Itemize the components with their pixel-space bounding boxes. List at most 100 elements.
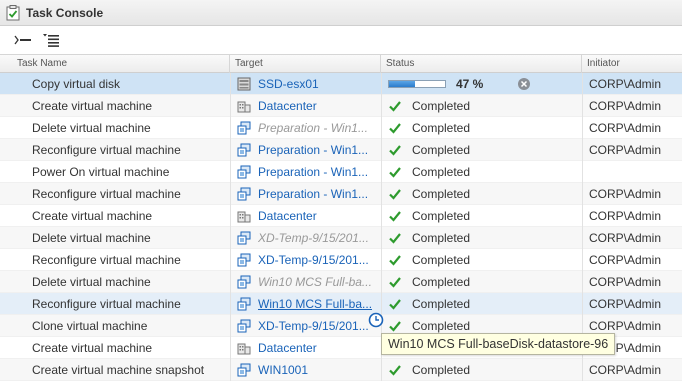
target-link[interactable]: Preparation - Win1... bbox=[258, 183, 368, 205]
target-link[interactable]: Datacenter bbox=[258, 337, 317, 359]
task-name: Delete virtual machine bbox=[32, 231, 151, 245]
task-name: Create virtual machine bbox=[32, 209, 153, 223]
target-cell: Preparation - Win1... bbox=[230, 139, 381, 161]
initiator: CORP\Admin bbox=[582, 227, 682, 249]
status-cell: Completed bbox=[381, 271, 582, 293]
target-link: Win10 MCS Full-ba... bbox=[258, 275, 372, 289]
collapse-icon[interactable] bbox=[12, 31, 34, 49]
check-icon bbox=[388, 209, 402, 223]
initiator: CORP\Admin bbox=[582, 117, 682, 139]
target-link[interactable]: Datacenter bbox=[258, 205, 317, 227]
vm-icon bbox=[237, 121, 251, 135]
table-row[interactable]: Reconfigure virtual machine Preparation -… bbox=[0, 139, 682, 161]
check-icon bbox=[388, 297, 402, 311]
table-row[interactable]: Create virtual machine Datacenter Complete… bbox=[0, 95, 682, 117]
check-icon bbox=[388, 121, 402, 135]
target-cell: Preparation - Win1... bbox=[230, 117, 381, 139]
target-cell: XD-Temp-9/15/201... bbox=[230, 315, 381, 337]
filter-list-icon[interactable] bbox=[40, 31, 62, 49]
target-tooltip: Win10 MCS Full-baseDisk-datastore-96 bbox=[381, 333, 616, 355]
status-cell: Completed bbox=[381, 227, 582, 249]
column-header-status[interactable]: Status bbox=[381, 55, 582, 73]
initiator: CORP\Admin bbox=[582, 249, 682, 271]
column-header-initiator[interactable]: Initiator bbox=[582, 55, 682, 73]
target-cell: Datacenter bbox=[230, 95, 381, 117]
target-link[interactable]: Preparation - Win1... bbox=[258, 139, 368, 161]
cancel-task-icon[interactable] bbox=[517, 77, 531, 91]
table-row[interactable]: Create virtual machine Datacenter Complete… bbox=[0, 205, 682, 227]
target-cell: XD-Temp-9/15/201... bbox=[230, 249, 381, 271]
vm-icon bbox=[237, 363, 251, 377]
task-table: Task Name Target Status Initiator Copy v… bbox=[0, 54, 682, 381]
target-link[interactable]: WIN1001 bbox=[258, 359, 308, 381]
task-name: Create virtual machine snapshot bbox=[32, 363, 205, 377]
task-name: Reconfigure virtual machine bbox=[32, 253, 181, 267]
status-cell: Completed bbox=[381, 183, 582, 205]
check-icon bbox=[388, 99, 402, 113]
table-row[interactable]: Copy virtual disk SSD-esx01 47 % CORP\Admin bbox=[0, 73, 682, 95]
target-link[interactable]: Win10 MCS Full-ba... bbox=[258, 293, 372, 315]
target-cell: Win10 MCS Full-ba... bbox=[230, 293, 381, 315]
vm-icon bbox=[237, 187, 251, 201]
initiator: CORP\Admin bbox=[582, 139, 682, 161]
target-cell: XD-Temp-9/15/201... bbox=[230, 227, 381, 249]
table-row[interactable]: Delete virtual machine Win10 MCS Full-ba.… bbox=[0, 271, 682, 293]
initiator: CORP\Admin bbox=[582, 205, 682, 227]
target-link: XD-Temp-9/15/201... bbox=[258, 231, 369, 245]
vm-icon bbox=[237, 231, 251, 245]
table-row[interactable]: Delete virtual machine Preparation - Win1… bbox=[0, 117, 682, 139]
initiator: CORP\Admin bbox=[582, 95, 682, 117]
task-name: Reconfigure virtual machine bbox=[32, 297, 181, 311]
target-link[interactable]: XD-Temp-9/15/201... bbox=[258, 249, 369, 271]
task-name: Reconfigure virtual machine bbox=[32, 143, 181, 157]
target-cell: Datacenter bbox=[230, 205, 381, 227]
check-icon bbox=[388, 275, 402, 289]
initiator: CORP\Admin bbox=[582, 359, 682, 381]
title-bar: Task Console bbox=[0, 0, 682, 26]
status-text: Completed bbox=[412, 121, 471, 135]
table-row[interactable]: Reconfigure virtual machine Win10 MCS Ful… bbox=[0, 293, 682, 315]
task-name: Delete virtual machine bbox=[32, 275, 151, 289]
task-name: Create virtual machine bbox=[32, 99, 153, 113]
clipboard-check-icon bbox=[6, 4, 20, 21]
vm-icon bbox=[237, 275, 251, 289]
task-name: Copy virtual disk bbox=[32, 77, 121, 91]
table-row[interactable]: Power On virtual machine Preparation - Wi… bbox=[0, 161, 682, 183]
target-link[interactable]: Datacenter bbox=[258, 95, 317, 117]
status-text: Completed bbox=[412, 275, 471, 289]
check-icon bbox=[388, 253, 402, 267]
column-header-target[interactable]: Target bbox=[230, 55, 381, 73]
datacenter-icon bbox=[237, 341, 251, 355]
table-row[interactable]: Reconfigure virtual machine XD-Temp-9/15/… bbox=[0, 249, 682, 271]
target-cell: Datacenter bbox=[230, 337, 381, 359]
target-link: Preparation - Win1... bbox=[258, 121, 368, 135]
status-cell: Completed bbox=[381, 95, 582, 117]
vm-icon bbox=[237, 165, 251, 179]
table-row[interactable]: Delete virtual machine XD-Temp-9/15/201..… bbox=[0, 227, 682, 249]
target-link[interactable]: SSD-esx01 bbox=[258, 73, 319, 95]
target-link[interactable]: XD-Temp-9/15/201... bbox=[258, 315, 369, 337]
task-name: Power On virtual machine bbox=[32, 165, 170, 179]
status-cell: Completed bbox=[381, 117, 582, 139]
column-header-task[interactable]: Task Name bbox=[12, 55, 230, 73]
vm-icon bbox=[237, 253, 251, 267]
check-icon bbox=[388, 231, 402, 245]
status-text: Completed bbox=[412, 363, 471, 377]
datacenter-icon bbox=[237, 99, 251, 113]
table-row[interactable]: Create virtual machine snapshot WIN1001 Co… bbox=[0, 359, 682, 381]
status-cell: Completed bbox=[381, 139, 582, 161]
task-name: Delete virtual machine bbox=[32, 121, 151, 135]
status-text: Completed bbox=[412, 297, 471, 311]
target-cell: Preparation - Win1... bbox=[230, 161, 381, 183]
table-header: Task Name Target Status Initiator bbox=[0, 54, 682, 73]
check-icon bbox=[388, 319, 402, 333]
target-cell: WIN1001 bbox=[230, 359, 381, 381]
status-text: Completed bbox=[412, 165, 471, 179]
initiator bbox=[582, 161, 682, 183]
status-text: Completed bbox=[412, 231, 471, 245]
target-link[interactable]: Preparation - Win1... bbox=[258, 161, 368, 183]
datacenter-icon bbox=[237, 209, 251, 223]
vm-icon bbox=[237, 297, 251, 311]
status-cell: Completed bbox=[381, 249, 582, 271]
table-row[interactable]: Reconfigure virtual machine Preparation -… bbox=[0, 183, 682, 205]
